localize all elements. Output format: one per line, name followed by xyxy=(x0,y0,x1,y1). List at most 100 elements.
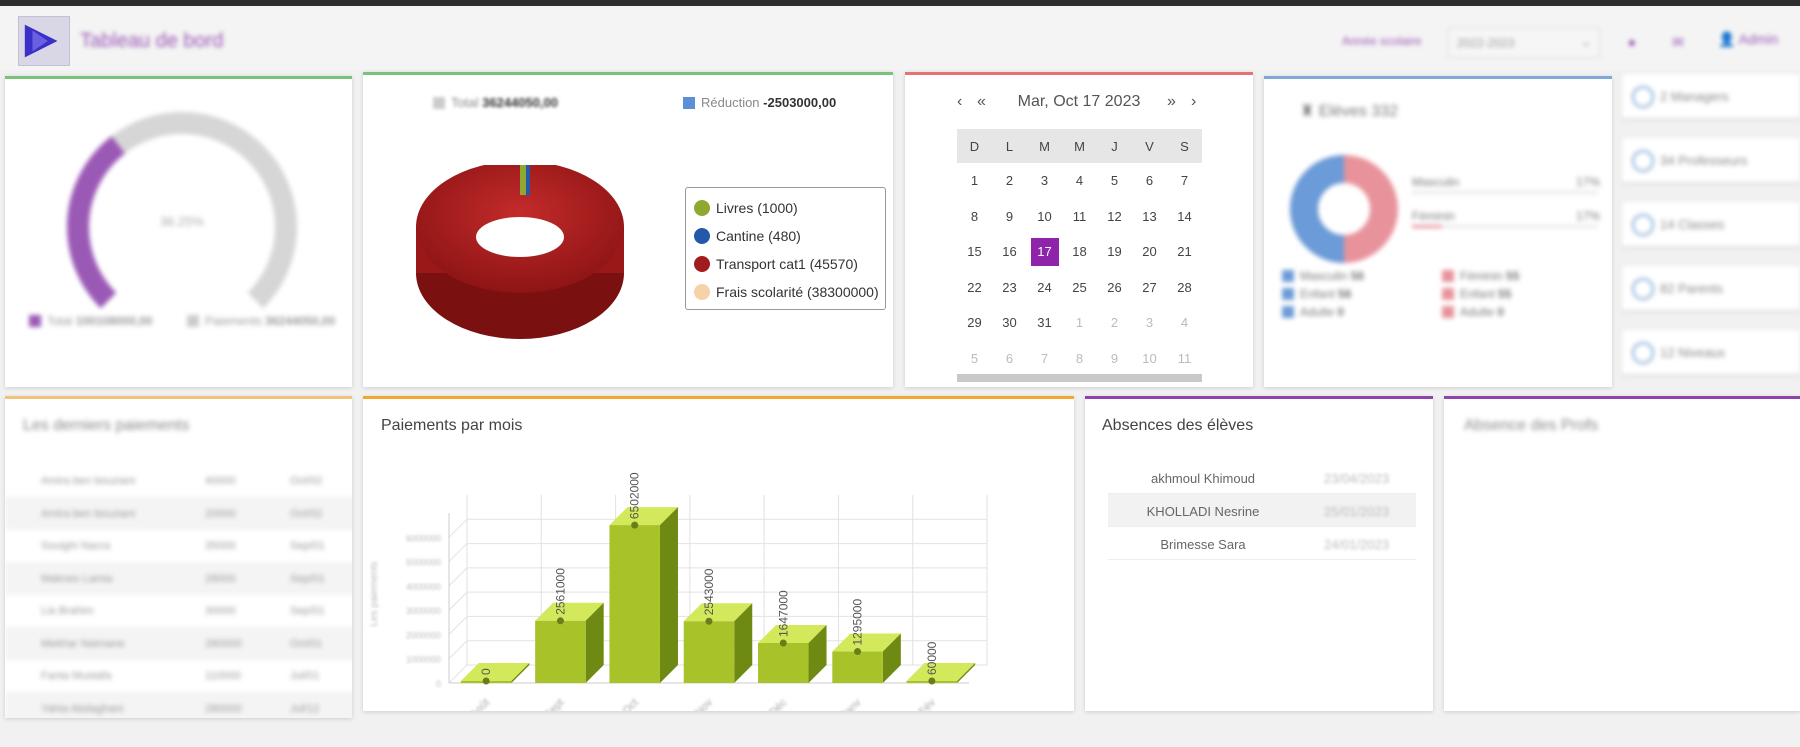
calendar-day[interactable]: 30 xyxy=(992,305,1027,341)
bar-top[interactable] xyxy=(460,663,530,681)
bar-sept[interactable] xyxy=(535,620,586,683)
legend-item[interactable]: Cantine (480) xyxy=(694,222,885,250)
last-payments-title: Les derniers paiements xyxy=(23,417,190,434)
calendar-day[interactable]: 11 xyxy=(1167,341,1202,377)
table-row[interactable]: Maknes Lamia 28000 Sep/01 xyxy=(5,561,352,595)
table-row[interactable]: Brimesse Sara 24/01/2023 xyxy=(1108,527,1416,560)
legend-dot xyxy=(694,228,710,244)
bar-janv[interactable] xyxy=(832,651,883,683)
calendar-day[interactable]: 15 xyxy=(957,234,992,270)
envelope-icon[interactable]: ✉ xyxy=(1670,34,1686,50)
calendar-day[interactable]: 3 xyxy=(1027,163,1062,199)
calendar-day[interactable]: 20 xyxy=(1132,234,1167,270)
calendar-day[interactable]: 8 xyxy=(1062,341,1097,377)
calendar-day[interactable]: 1 xyxy=(957,163,992,199)
y-tick-label: 5000000 xyxy=(406,558,441,568)
calendar-day[interactable]: 2 xyxy=(992,163,1027,199)
calendar-day-selected[interactable]: 17 xyxy=(1027,234,1062,270)
school-year-select[interactable]: 2022-2023 ⌄ xyxy=(1448,28,1600,58)
calendar-day[interactable]: 25 xyxy=(1062,270,1097,306)
table-row[interactable]: akhmoul Khimoud 23/04/2023 xyxy=(1108,461,1416,494)
calendar-day[interactable]: 6 xyxy=(992,341,1027,377)
calendar-day[interactable]: 27 xyxy=(1132,270,1167,306)
calendar-day[interactable]: 12 xyxy=(1097,199,1132,235)
calendar-day[interactable]: 8 xyxy=(957,199,992,235)
calendar-day[interactable]: 7 xyxy=(1027,341,1062,377)
calendar-day[interactable]: 9 xyxy=(992,199,1027,235)
bar-nov[interactable] xyxy=(683,621,735,683)
calendar-day[interactable]: 23 xyxy=(992,270,1027,306)
bell-icon[interactable]: ● xyxy=(1624,34,1640,50)
table-row[interactable]: Yahia Abdaghani 280000 Jul/12 xyxy=(5,691,352,718)
calendar-day-number: 19 xyxy=(1107,244,1122,260)
teacher-absences-title: Absence des Profs xyxy=(1464,417,1599,434)
calendar-day[interactable]: 10 xyxy=(1027,199,1062,235)
stat-counter[interactable]: 2 Managers xyxy=(1622,74,1800,118)
y-tick-label: 4000000 xyxy=(406,582,441,592)
table-row[interactable]: Lia Brahim 30000 Sep/01 xyxy=(5,594,352,627)
calendar-day[interactable]: 28 xyxy=(1167,270,1202,306)
calendar-day[interactable]: 21 xyxy=(1167,234,1202,270)
legend-item[interactable]: Livres (1000) xyxy=(694,194,885,222)
calendar-day[interactable]: 26 xyxy=(1097,270,1132,306)
calendar-day[interactable]: 16 xyxy=(992,234,1027,270)
calendar-day[interactable]: 18 xyxy=(1062,234,1097,270)
donut-slice-cantine[interactable] xyxy=(526,165,530,195)
bar-top[interactable] xyxy=(906,663,976,681)
gauge-chart: 36.25% xyxy=(67,112,297,309)
app-logo[interactable] xyxy=(18,16,70,66)
x-tick-label: Nov xyxy=(693,696,716,711)
calendar-day[interactable]: 29 xyxy=(957,305,992,341)
calendar-day[interactable]: 6 xyxy=(1132,163,1167,199)
calendar-scrollbar[interactable] xyxy=(957,374,1202,382)
stat-label: 14 Classes xyxy=(1660,217,1725,232)
stat-counter[interactable]: 34 Professeurs xyxy=(1622,138,1800,182)
calendar-card: ‹ « Mar, Oct 17 2023 » › DLMMJVS 1234567… xyxy=(905,72,1253,387)
gauge-legend-total: Total 100108000,00 xyxy=(29,314,152,328)
stat-counter[interactable]: 12 Niveaux xyxy=(1622,330,1800,374)
bar-oct[interactable] xyxy=(609,525,660,683)
stat-counter[interactable]: 14 Classes xyxy=(1622,202,1800,246)
calendar-day[interactable]: 19 xyxy=(1097,234,1132,270)
calendar-day[interactable]: 5 xyxy=(957,341,992,377)
table-row[interactable]: Amira ben bouziani 40000 Oct/02 xyxy=(5,464,352,497)
table-row[interactable]: Amira ben bouziani 20000 Oct/02 xyxy=(5,496,352,530)
donut-slice-male[interactable] xyxy=(1290,155,1345,263)
calendar-day[interactable]: 9 xyxy=(1097,341,1132,377)
calendar-day[interactable]: 13 xyxy=(1132,199,1167,235)
calendar-day[interactable]: 1 xyxy=(1062,305,1097,341)
next-month-button[interactable]: › xyxy=(1191,93,1196,111)
bar-value-label: 2561000 xyxy=(553,568,567,615)
calendar-day-number: 13 xyxy=(1142,208,1157,224)
table-row[interactable]: Souighi Nacra 35000 Sep/01 xyxy=(5,529,352,562)
calendar-day[interactable]: 22 xyxy=(957,270,992,306)
next-year-button[interactable]: » xyxy=(1167,93,1176,111)
legend-item[interactable]: Transport cat1 (45570) xyxy=(694,250,885,278)
calendar-day[interactable]: 14 xyxy=(1167,199,1202,235)
donut-slice-livres[interactable] xyxy=(520,165,526,195)
calendar-day-number: 11 xyxy=(1072,208,1087,224)
calendar-day[interactable]: 7 xyxy=(1167,163,1202,199)
calendar-day[interactable]: 10 xyxy=(1132,341,1167,377)
bar-side[interactable] xyxy=(659,507,678,683)
payment-date: Oct/01 xyxy=(290,637,323,650)
y-tick-label: 3000000 xyxy=(406,606,441,616)
table-row[interactable]: Fanta Mustafa 110000 Jul/01 xyxy=(5,659,352,692)
calendar-day[interactable]: 5 xyxy=(1097,163,1132,199)
bar-déc[interactable] xyxy=(758,643,809,683)
legend-swatch xyxy=(1442,306,1454,318)
calendar-day[interactable]: 31 xyxy=(1027,305,1062,341)
calendar-day[interactable]: 24 xyxy=(1027,270,1062,306)
table-row[interactable]: Mekhar Naimane 280000 Oct/01 xyxy=(5,626,352,660)
payment-amount: 28000 xyxy=(205,572,236,585)
legend-item[interactable]: Frais scolarité (38300000) xyxy=(694,278,885,306)
bar-marker xyxy=(854,648,862,656)
calendar-day[interactable]: 4 xyxy=(1062,163,1097,199)
table-row[interactable]: KHOLLADI Nesrine 25/01/2023 xyxy=(1108,494,1416,527)
user-menu[interactable]: 👤 Admin xyxy=(1718,31,1778,48)
calendar-day[interactable]: 3 xyxy=(1132,305,1167,341)
stat-counter[interactable]: 82 Parents xyxy=(1622,266,1800,310)
calendar-day[interactable]: 4 xyxy=(1167,305,1202,341)
calendar-day[interactable]: 2 xyxy=(1097,305,1132,341)
calendar-day[interactable]: 11 xyxy=(1062,199,1097,235)
